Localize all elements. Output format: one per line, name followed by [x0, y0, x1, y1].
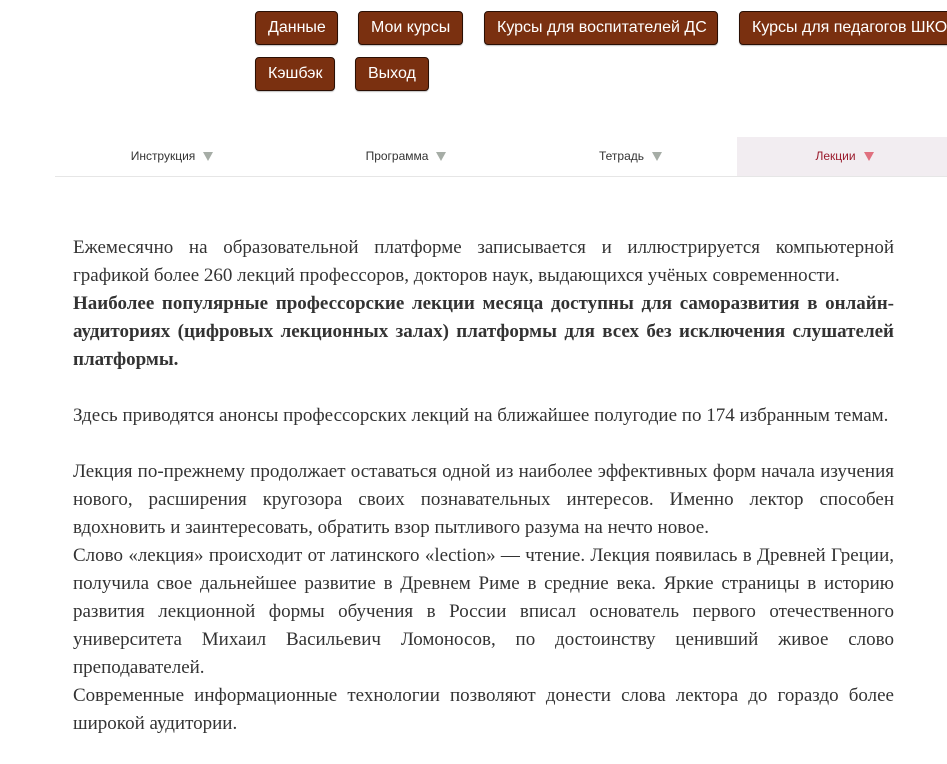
tab-instruction[interactable]: Инструкция	[55, 137, 289, 176]
tab-label: Лекции	[815, 149, 856, 163]
intro-paragraph: Ежемесячно на образовательной платформе …	[73, 237, 894, 286]
courses-kindergarten-teachers-button[interactable]: Курсы для воспитателей ДС	[484, 11, 718, 45]
lectures-description: Ежемесячно на образовательной платформе …	[73, 234, 894, 738]
section-tabs: Инструкция Программа Тетрадь Лекции	[55, 137, 947, 177]
tab-label: Программа	[365, 149, 429, 163]
tab-notebook[interactable]: Тетрадь	[523, 137, 738, 176]
lecture-history-paragraph: Слово «лекция» происходит от латинского …	[73, 545, 894, 678]
popular-lectures-paragraph: Наиболее популярные профессорские лекции…	[73, 293, 894, 370]
modern-technology-paragraph: Современные информационные технологии по…	[73, 685, 894, 734]
cashback-button[interactable]: Кэшбэк	[255, 57, 335, 91]
data-button[interactable]: Данные	[255, 11, 338, 45]
exit-button[interactable]: Выход	[355, 57, 429, 91]
tab-label: Тетрадь	[598, 149, 645, 163]
caret-down-icon	[203, 152, 214, 161]
my-courses-button[interactable]: Мои курсы	[358, 11, 463, 45]
announcements-paragraph: Здесь приводятся анонсы профессорских ле…	[73, 405, 889, 426]
lecture-effectiveness-paragraph: Лекция по-прежнему продолжает оставаться…	[73, 461, 894, 538]
tab-lectures[interactable]: Лекции	[737, 137, 947, 176]
tab-label: Инструкция	[130, 149, 196, 163]
top-navigation: Данные Мои курсы Курсы для воспитателей …	[0, 0, 947, 100]
caret-down-icon	[436, 152, 447, 161]
caret-down-icon	[652, 152, 663, 161]
tab-program[interactable]: Программа	[289, 137, 523, 176]
courses-school-teachers-button[interactable]: Курсы для педагогов ШКОЛ	[739, 11, 947, 45]
caret-down-icon	[863, 152, 874, 161]
